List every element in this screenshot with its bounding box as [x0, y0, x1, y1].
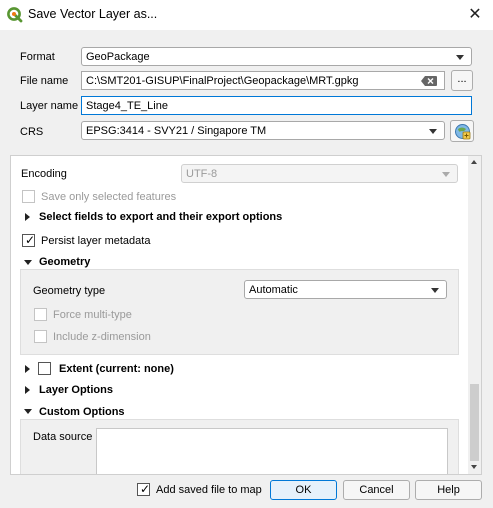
- save-selected-checkbox[interactable]: Save only selected features: [22, 190, 322, 206]
- format-select[interactable]: GeoPackage: [81, 47, 472, 66]
- scroll-down-icon[interactable]: [471, 465, 477, 469]
- chevron-down-icon: [24, 260, 32, 265]
- layer-name-value: Stage4_TE_Line: [86, 100, 168, 112]
- chevron-down-icon: [429, 129, 437, 134]
- encoding-select[interactable]: UTF-8: [181, 164, 458, 183]
- check-icon: ✓: [25, 233, 36, 247]
- check-icon: ✓: [140, 482, 151, 496]
- checkbox-box: ✓: [22, 233, 36, 247]
- ok-button[interactable]: OK: [270, 480, 337, 500]
- crs-label: CRS: [20, 126, 44, 138]
- browse-label: ...: [457, 73, 467, 85]
- geometry-group-body: Geometry type Automatic Force multi-type…: [20, 269, 459, 355]
- chevron-down-icon: [456, 55, 464, 60]
- checkbox-box: [34, 308, 47, 321]
- options-panel: Encoding UTF-8 Save only selected featur…: [10, 155, 482, 475]
- chevron-down-icon: [431, 288, 439, 293]
- layer-name-label: Layer name: [20, 100, 79, 112]
- data-source-textarea[interactable]: [96, 428, 448, 474]
- add-to-map-checkbox[interactable]: ✓ Add saved file to map: [137, 482, 267, 498]
- chevron-right-icon: [25, 213, 30, 221]
- layer-options-label: Layer Options: [39, 384, 113, 396]
- checkbox-box: [22, 190, 35, 203]
- extent-group-header[interactable]: Extent (current: none): [21, 361, 461, 377]
- crs-value: EPSG:3414 - SVY21 / Singapore TM: [86, 125, 267, 137]
- chevron-down-icon: [442, 172, 450, 177]
- custom-options-body: Data source: [20, 419, 459, 474]
- data-source-label: Data source: [33, 431, 93, 443]
- persist-metadata-label: Persist layer metadata: [41, 235, 151, 247]
- file-name-value: C:\SMT201-GISUP\FinalProject\Geopackage\…: [86, 75, 359, 87]
- select-fields-label: Select fields to export and their export…: [39, 211, 283, 223]
- chevron-right-icon: [25, 365, 30, 373]
- persist-metadata-checkbox[interactable]: ✓ Persist layer metadata: [22, 233, 322, 250]
- help-button[interactable]: Help: [415, 480, 482, 500]
- crs-select[interactable]: EPSG:3414 - SVY21 / Singapore TM: [81, 121, 445, 140]
- ok-label: OK: [295, 484, 312, 496]
- geometry-type-label: Geometry type: [33, 285, 106, 297]
- geometry-type-select[interactable]: Automatic: [244, 280, 447, 299]
- cancel-button[interactable]: Cancel: [343, 480, 410, 500]
- geometry-label: Geometry: [39, 256, 91, 268]
- custom-options-label: Custom Options: [39, 406, 125, 418]
- include-z-checkbox[interactable]: Include z-dimension: [34, 330, 234, 346]
- checkbox-box: ✓: [137, 482, 151, 496]
- close-button[interactable]: ✕: [462, 3, 488, 27]
- title-bar: Save Vector Layer as... ✕: [0, 0, 493, 30]
- force-multi-label: Force multi-type: [53, 309, 132, 321]
- select-fields-group[interactable]: Select fields to export and their export…: [21, 210, 461, 226]
- encoding-label: Encoding: [21, 168, 67, 180]
- layer-name-input[interactable]: Stage4_TE_Line: [81, 96, 472, 115]
- scrollbar-thumb[interactable]: [470, 384, 479, 461]
- file-name-label: File name: [20, 75, 69, 87]
- custom-options-group-header[interactable]: Custom Options: [21, 404, 461, 420]
- file-name-input[interactable]: C:\SMT201-GISUP\FinalProject\Geopackage\…: [81, 71, 445, 90]
- clear-text-icon[interactable]: [421, 76, 437, 86]
- window-title: Save Vector Layer as...: [28, 7, 158, 21]
- chevron-down-icon: [24, 409, 32, 414]
- encoding-value: UTF-8: [186, 168, 218, 180]
- crs-picker-button[interactable]: [450, 120, 474, 142]
- qgis-logo-icon: [7, 7, 23, 23]
- format-value: GeoPackage: [86, 51, 150, 63]
- extent-label: Extent (current: none): [59, 363, 174, 375]
- extent-checkbox[interactable]: [38, 362, 51, 375]
- scroll-up-icon[interactable]: [471, 160, 477, 164]
- close-icon: ✕: [468, 6, 482, 23]
- cancel-label: Cancel: [359, 484, 394, 496]
- chevron-right-icon: [25, 386, 30, 394]
- add-to-map-label: Add saved file to map: [156, 484, 262, 496]
- format-label: Format: [20, 51, 55, 63]
- layer-options-group-header[interactable]: Layer Options: [21, 382, 461, 398]
- save-selected-label: Save only selected features: [41, 191, 177, 203]
- help-label: Help: [437, 484, 460, 496]
- include-z-label: Include z-dimension: [53, 331, 151, 343]
- geometry-type-value: Automatic: [249, 284, 298, 296]
- checkbox-box: [34, 330, 47, 343]
- options-scrollbar[interactable]: [468, 156, 481, 474]
- globe-projection-icon: [455, 124, 471, 140]
- force-multi-checkbox[interactable]: Force multi-type: [34, 308, 234, 324]
- browse-button[interactable]: ...: [451, 70, 473, 91]
